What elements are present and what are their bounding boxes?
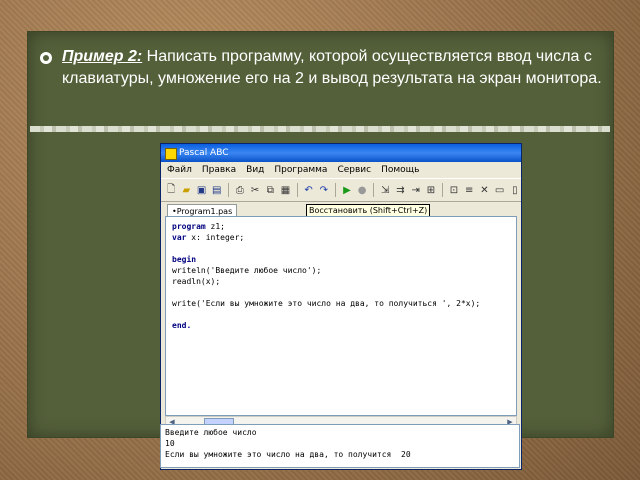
- code-text: writeln('Введите любое число');: [172, 266, 322, 275]
- save-icon[interactable]: ▣: [195, 183, 207, 197]
- open-folder-icon[interactable]: ▰: [180, 183, 192, 197]
- close-icon[interactable]: ✕: [478, 183, 490, 197]
- paste-icon[interactable]: ▦: [279, 183, 291, 197]
- output-line: 10: [165, 439, 175, 448]
- code-line: begin: [172, 254, 510, 265]
- code-text: x: integer;: [186, 233, 245, 242]
- code-editor[interactable]: program z1; var x: integer; begin writeln('…: [165, 216, 517, 416]
- menu-bar: Файл Правка Вид Программа Сервис Помощь: [161, 162, 521, 178]
- code-keyword: begin: [172, 255, 197, 264]
- menu-file[interactable]: Файл: [167, 162, 192, 178]
- cut-icon[interactable]: ✂: [249, 183, 261, 197]
- code-line: program z1;: [172, 221, 510, 232]
- menu-service[interactable]: Сервис: [337, 162, 371, 178]
- print-icon[interactable]: ⎙: [234, 183, 246, 197]
- stop-icon[interactable]: ●: [356, 183, 368, 197]
- bullet-body: Написать программу, которой осуществляет…: [62, 48, 602, 87]
- code-text: z1;: [205, 222, 225, 231]
- window-icon[interactable]: ▭: [494, 183, 506, 197]
- compile-icon[interactable]: ⊞: [425, 183, 437, 197]
- redo-icon[interactable]: ↷: [318, 183, 330, 197]
- step-over-icon[interactable]: ⇉: [394, 183, 406, 197]
- code-keyword: program: [172, 222, 206, 231]
- menu-edit[interactable]: Правка: [202, 162, 236, 178]
- breakpoint-icon[interactable]: ≡: [463, 183, 475, 197]
- code-line: write('Если вы умножите это число на два…: [172, 298, 510, 309]
- toolbar-separator: [334, 183, 336, 197]
- toolbar-separator: [227, 183, 229, 197]
- code-text: readln(x);: [172, 277, 221, 286]
- menu-help[interactable]: Помощь: [381, 162, 419, 178]
- toolbar-separator: [373, 183, 375, 197]
- app-icon: [165, 148, 177, 160]
- code-line: readln(x);: [172, 276, 510, 287]
- run-to-cursor-icon[interactable]: ⇥: [410, 183, 422, 197]
- title-bar: Pascal ABC: [161, 144, 521, 162]
- undo-icon[interactable]: ↶: [303, 183, 315, 197]
- output-line: Введите любое число: [165, 428, 257, 437]
- output-line: Если вы умножите это число на два, то по…: [165, 450, 411, 459]
- code-keyword: end.: [172, 321, 192, 330]
- bullet-label: Пример 2:: [62, 48, 143, 65]
- menu-program[interactable]: Программа: [274, 162, 327, 178]
- code-line: writeln('Введите любое число');: [172, 265, 510, 276]
- window-title: Pascal ABC: [179, 148, 229, 158]
- new-file-icon[interactable]: 🗋: [165, 183, 177, 197]
- slide-bullet: Пример 2: Написать программу, которой ос…: [40, 46, 620, 90]
- save-all-icon[interactable]: ▤: [211, 183, 223, 197]
- toolbar: 🗋 ▰ ▣ ▤ ⎙ ✂ ⧉ ▦ ↶ ↷ ▶ ● ⇲ ⇉ ⇥ ⊞ ⊡ ≡ ✕ ▭ …: [161, 178, 521, 202]
- copy-icon[interactable]: ⧉: [264, 183, 276, 197]
- menu-view[interactable]: Вид: [246, 162, 264, 178]
- pascal-window: Pascal ABC Файл Правка Вид Программа Сер…: [160, 143, 522, 470]
- code-line: end.: [172, 320, 510, 331]
- step-into-icon[interactable]: ⇲: [379, 183, 391, 197]
- toolbar-separator: [442, 183, 443, 197]
- code-text: write('Если вы умножите это число на два…: [172, 299, 481, 308]
- window2-icon[interactable]: ▯: [509, 183, 521, 197]
- chalk-divider: [30, 126, 610, 132]
- code-line: var x: integer;: [172, 232, 510, 243]
- output-panel: Введите любое число 10 Если вы умножите эт…: [160, 424, 520, 468]
- run-icon[interactable]: ▶: [341, 183, 353, 197]
- watch-icon[interactable]: ⊡: [448, 183, 460, 197]
- toolbar-separator: [296, 183, 298, 197]
- code-keyword: var: [172, 233, 187, 242]
